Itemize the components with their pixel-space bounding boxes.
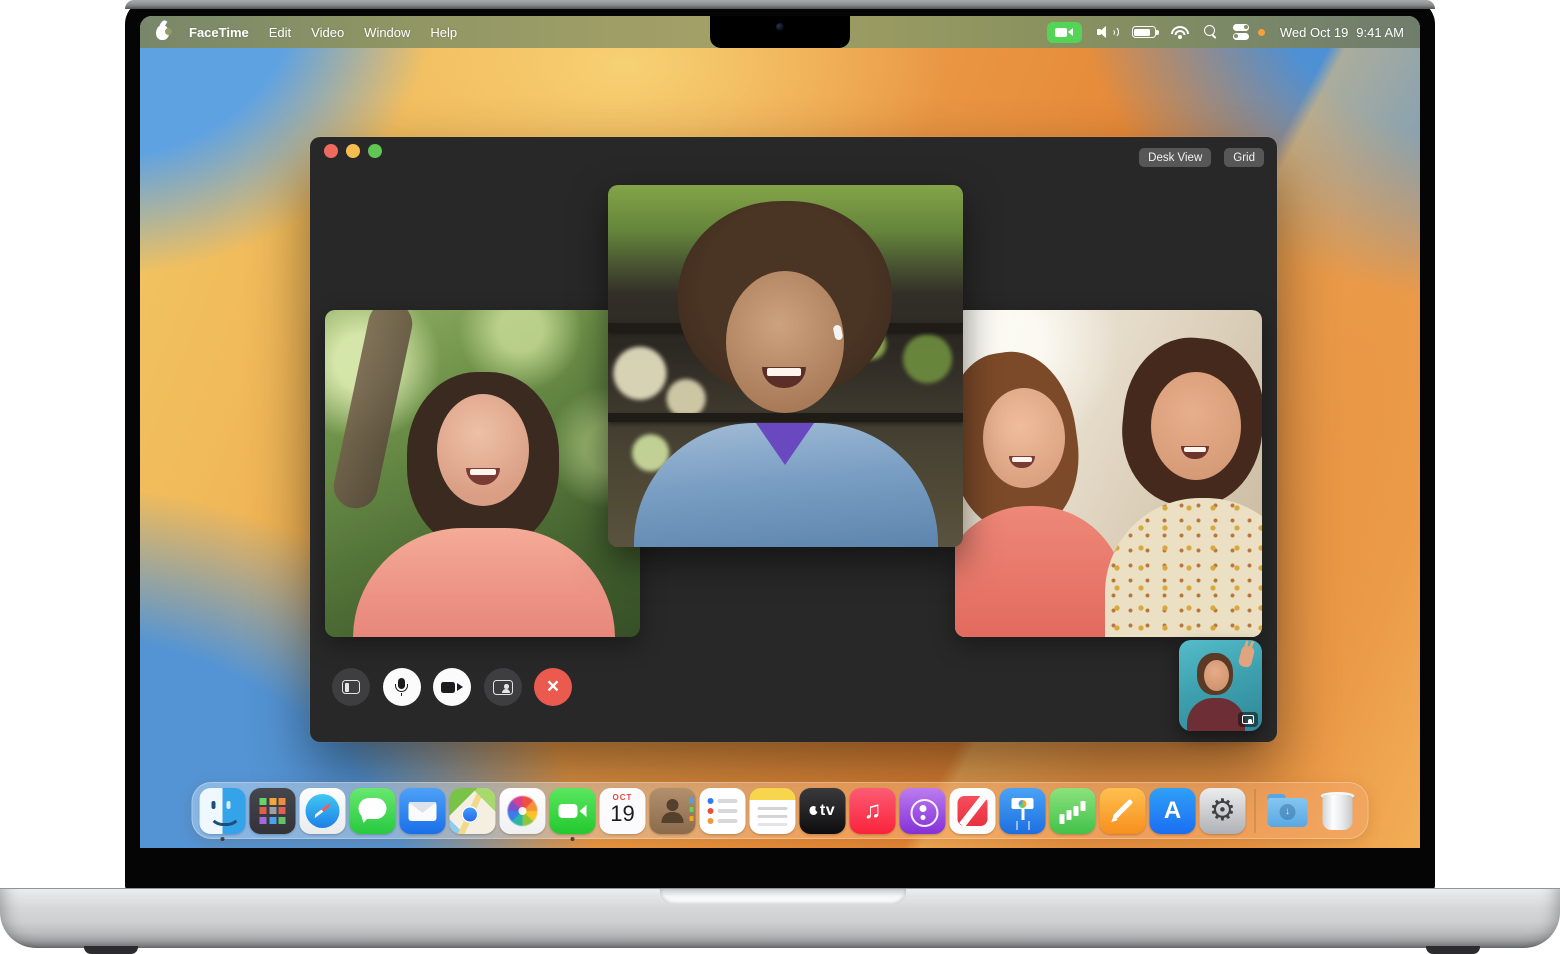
rubber-foot-left xyxy=(84,946,138,954)
control-center-icon[interactable] xyxy=(1233,24,1249,40)
dock-maps-icon[interactable] xyxy=(450,788,496,834)
desk-view-button[interactable]: Desk View xyxy=(1139,148,1211,167)
dock-appstore-icon[interactable]: A xyxy=(1150,788,1196,834)
wifi-icon[interactable] xyxy=(1171,26,1189,39)
window-top-buttons: Desk View Grid xyxy=(1139,148,1264,167)
menu-video[interactable]: Video xyxy=(311,25,344,40)
display-notch xyxy=(710,16,850,48)
participant-3-video xyxy=(955,310,1262,637)
dock-launchpad-icon[interactable] xyxy=(250,788,296,834)
finder-running-indicator xyxy=(221,837,225,841)
microphone-icon xyxy=(395,678,409,696)
dock-downloads-icon[interactable]: ↓ xyxy=(1265,788,1311,834)
music-note-glyph: ♫ xyxy=(864,797,882,825)
menu-bar-left: FaceTime Edit Video Window Help xyxy=(156,25,457,40)
dock: OCT 19 tv ♫ A ⚙ ↓ xyxy=(192,782,1369,839)
dock-news-icon[interactable] xyxy=(950,788,996,834)
screen-share-icon xyxy=(493,680,513,695)
camera-icon xyxy=(441,682,463,693)
close-window-button[interactable] xyxy=(324,144,338,158)
self-view-tile[interactable] xyxy=(1179,640,1262,731)
screen: FaceTime Edit Video Window Help Wed Oct … xyxy=(140,16,1420,848)
menu-edit[interactable]: Edit xyxy=(269,25,291,40)
end-call-button[interactable]: × xyxy=(534,668,572,706)
facetime-camera-dot xyxy=(776,23,784,31)
menu-bar-status: Wed Oct 19 9:41 AM xyxy=(1047,22,1404,43)
zoom-window-button[interactable] xyxy=(368,144,382,158)
video-button[interactable] xyxy=(433,668,471,706)
participant-tile-3[interactable] xyxy=(955,310,1262,637)
participant-1-video xyxy=(325,310,640,637)
screen-share-button[interactable] xyxy=(484,668,522,706)
screen-badge-icon[interactable] xyxy=(1238,712,1258,727)
menu-facetime[interactable]: FaceTime xyxy=(189,25,249,40)
dock-mail-icon[interactable] xyxy=(400,788,446,834)
dock-trash-icon[interactable] xyxy=(1315,788,1361,834)
dock-divider xyxy=(1255,789,1256,833)
participant-tile-1[interactable] xyxy=(325,310,640,637)
gear-glyph: ⚙ xyxy=(1209,793,1236,828)
mute-button[interactable] xyxy=(383,668,421,706)
apple-logo-icon xyxy=(810,806,818,815)
search-icon[interactable] xyxy=(1204,25,1218,39)
dock-system-settings-icon[interactable]: ⚙ xyxy=(1200,788,1246,834)
participant-tile-2[interactable] xyxy=(608,185,963,547)
dock-keynote-icon[interactable] xyxy=(1000,788,1046,834)
menu-help[interactable]: Help xyxy=(430,25,457,40)
participant-2-video xyxy=(608,185,963,547)
facetime-running-indicator xyxy=(571,837,575,841)
minimize-window-button[interactable] xyxy=(346,144,360,158)
dock-safari-icon[interactable] xyxy=(300,788,346,834)
sidebar-icon xyxy=(342,680,360,694)
status-dot-icon xyxy=(1258,29,1265,36)
dock-music-icon[interactable]: ♫ xyxy=(850,788,896,834)
dock-photos-icon[interactable] xyxy=(500,788,546,834)
dock-podcasts-icon[interactable] xyxy=(900,788,946,834)
appstore-letter: A xyxy=(1164,797,1181,825)
dock-finder-icon[interactable] xyxy=(200,788,246,834)
clock-time: 9:41 AM xyxy=(1356,25,1404,40)
tv-label: tv xyxy=(820,802,835,820)
apple-menu-icon[interactable] xyxy=(156,25,169,40)
rubber-foot-right xyxy=(1426,946,1480,954)
clock-date: Wed Oct 19 xyxy=(1280,25,1348,40)
battery-icon[interactable] xyxy=(1132,26,1156,38)
dock-pages-icon[interactable] xyxy=(1100,788,1146,834)
dock-messages-icon[interactable] xyxy=(350,788,396,834)
download-arrow-glyph: ↓ xyxy=(1280,804,1296,820)
camera-active-indicator-icon[interactable] xyxy=(1047,22,1082,43)
menu-bar-clock[interactable]: Wed Oct 19 9:41 AM xyxy=(1280,25,1404,40)
volume-icon[interactable] xyxy=(1097,25,1117,39)
end-call-x-icon: × xyxy=(547,676,559,697)
call-controls: × xyxy=(332,668,572,706)
calendar-day-label: 19 xyxy=(600,801,646,827)
window-traffic-lights xyxy=(324,144,382,158)
facetime-window: Desk View Grid xyxy=(310,137,1277,742)
dock-tv-icon[interactable]: tv xyxy=(800,788,846,834)
grid-button[interactable]: Grid xyxy=(1224,148,1264,167)
macbook-device: FaceTime Edit Video Window Help Wed Oct … xyxy=(0,0,1560,954)
dock-reminders-icon[interactable] xyxy=(700,788,746,834)
menu-window[interactable]: Window xyxy=(364,25,410,40)
lid-opening-notch xyxy=(660,889,906,905)
sidebar-button[interactable] xyxy=(332,668,370,706)
dock-numbers-icon[interactable] xyxy=(1050,788,1096,834)
dock-notes-icon[interactable] xyxy=(750,788,796,834)
dock-calendar-icon[interactable]: OCT 19 xyxy=(600,788,646,834)
dock-contacts-icon[interactable] xyxy=(650,788,696,834)
dock-facetime-icon[interactable] xyxy=(550,788,596,834)
